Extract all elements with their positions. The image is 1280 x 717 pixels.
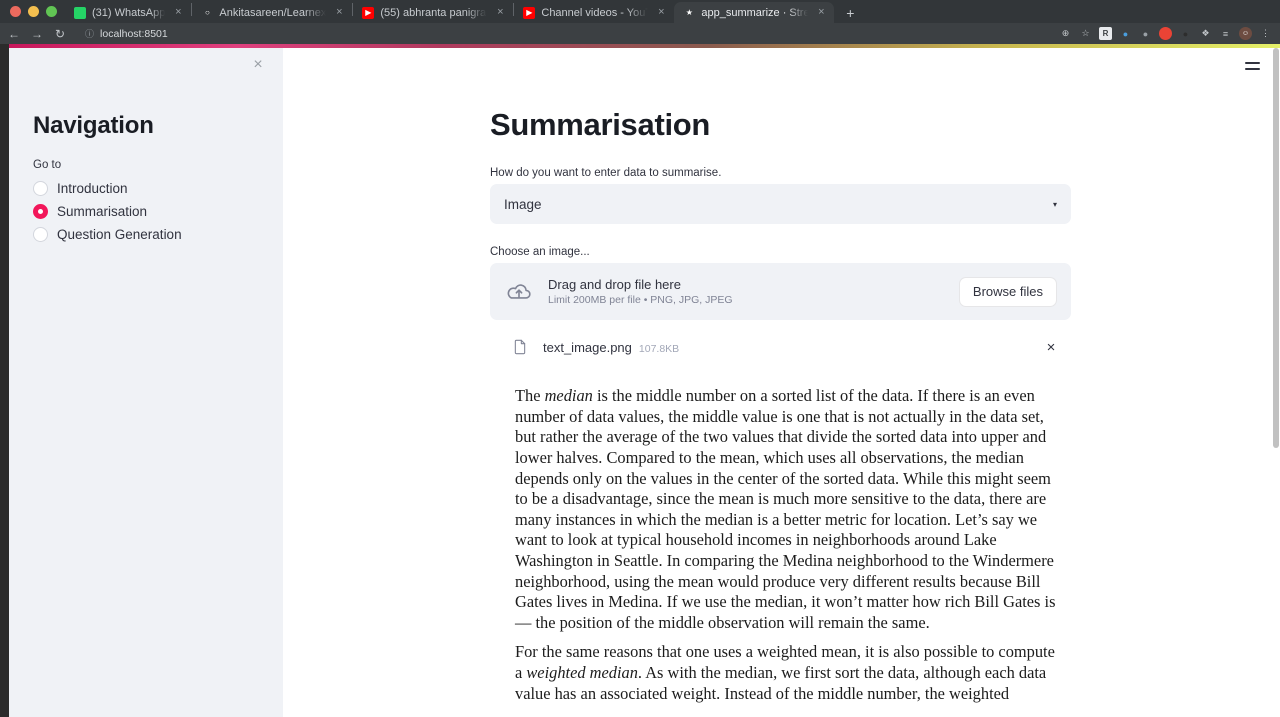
radio-icon[interactable] (33, 181, 48, 196)
tab-title: Channel videos - YouTube (541, 6, 648, 19)
scan-p1-emphasis: median (544, 386, 593, 406)
browser-tabstrip: (31) WhatsApp × ○ Ankitasareen/Learnex- … (0, 0, 1280, 23)
bookmark-star-icon[interactable]: ☆ (1079, 27, 1092, 40)
address-bar-url: localhost:8501 (100, 27, 168, 40)
close-icon[interactable]: × (654, 6, 668, 20)
page-title: Summarisation (490, 107, 711, 142)
sidebar-close-icon[interactable]: × (247, 54, 269, 76)
main-content: Summarisation How do you want to enter d… (283, 44, 1280, 717)
cloud-upload-icon (506, 279, 532, 305)
input-mode-value: Image (504, 196, 542, 212)
file-icon (512, 337, 528, 357)
scanned-paragraph-1: The median is the middle number on a sor… (515, 386, 1065, 633)
hamburger-bar (1244, 61, 1260, 64)
page-scrollbar[interactable] (1272, 48, 1280, 717)
dropzone-title: Drag and drop file here (548, 277, 681, 293)
scrollbar-thumb[interactable] (1273, 48, 1279, 448)
input-mode-label: How do you want to enter data to summari… (490, 167, 722, 180)
uploaded-image-preview: The median is the middle number on a sor… (515, 386, 1065, 705)
sidebar-title: Navigation (33, 112, 154, 139)
tab-title: (31) WhatsApp (92, 6, 166, 19)
browser-menu-icon[interactable]: ⋮ (1259, 27, 1272, 40)
zoom-icon[interactable]: ⊕ (1059, 27, 1072, 40)
back-icon[interactable]: ← (6, 26, 22, 42)
page-viewport: × Navigation Go to Introduction Summaris… (0, 44, 1280, 717)
navigation-radio-group: Introduction Summarisation Question Gene… (33, 178, 259, 245)
scan-p2-emphasis: weighted median (526, 662, 638, 682)
sidebar-item-summarisation[interactable]: Summarisation (33, 201, 259, 222)
sidebar-item-label: Summarisation (57, 204, 148, 219)
tab-title: app_summarize · Streamli (701, 6, 809, 19)
extension-dark-icon[interactable]: ● (1179, 27, 1192, 40)
close-icon[interactable]: × (171, 6, 185, 20)
remove-file-icon[interactable]: × (1041, 337, 1061, 357)
sidebar-group-label: Go to (33, 159, 62, 171)
window-close-button[interactable] (10, 6, 21, 17)
uploaded-file-row: text_image.png 107.8KB × (490, 328, 1071, 366)
scan-p1-a: The (515, 386, 545, 406)
whatsapp-icon (74, 6, 86, 19)
reload-icon[interactable]: ↻ (52, 26, 68, 42)
tab-title: (55) abhranta panigrahi - (380, 6, 487, 19)
file-meta: text_image.png 107.8KB (543, 340, 1026, 355)
extension-puzzle-icon[interactable]: ❖ (1199, 27, 1212, 40)
youtube-icon: ▶ (362, 6, 375, 19)
app-sidebar: × Navigation Go to Introduction Summaris… (9, 44, 283, 717)
extension-red-icon[interactable] (1159, 27, 1172, 40)
sidebar-item-label: Question Generation (57, 227, 182, 242)
scanned-paragraph-2: For the same reasons that one uses a wei… (515, 642, 1065, 704)
extension-blue-icon[interactable]: ● (1119, 27, 1132, 40)
content-column: Summarisation How do you want to enter d… (283, 44, 1073, 705)
chevron-down-icon[interactable]: ▾ (1053, 200, 1057, 209)
uploaded-file-name: text_image.png (543, 339, 632, 355)
github-icon: ○ (204, 7, 210, 17)
profile-avatar[interactable]: ☺ (1239, 27, 1252, 40)
dropzone-text: Drag and drop file here Limit 200MB per … (548, 277, 943, 306)
dropzone-limits: Limit 200MB per file • PNG, JPG, JPEG (548, 294, 733, 307)
browser-tab-streamlit[interactable]: ★ app_summarize · Streamli × (674, 2, 835, 23)
window-maximize-button[interactable] (46, 6, 57, 17)
browser-tab-whatsapp[interactable]: (31) WhatsApp × (65, 2, 191, 23)
hamburger-menu-icon[interactable] (1240, 54, 1264, 78)
streamlit-accent-bar (9, 44, 1280, 48)
scanned-text-content: The median is the middle number on a sor… (515, 386, 1065, 704)
extension-bar: ⊕ ☆ R ● ● ● ❖ ≡ ☺ ⋮ (1059, 27, 1274, 40)
sidebar-item-label: Introduction (57, 181, 128, 196)
file-dropzone[interactable]: Drag and drop file here Limit 200MB per … (490, 263, 1071, 321)
close-icon[interactable]: × (332, 6, 346, 20)
extension-list-icon[interactable]: ≡ (1219, 27, 1232, 40)
forward-icon[interactable]: → (29, 26, 45, 42)
browser-tab-youtube-1[interactable]: ▶ (55) abhranta panigrahi - × (353, 2, 513, 23)
extension-gray-icon[interactable]: ● (1139, 27, 1152, 40)
browse-files-button[interactable]: Browse files (958, 276, 1057, 307)
file-uploader-label: Choose an image... (490, 246, 590, 259)
window-controls (6, 0, 65, 23)
radio-icon[interactable] (33, 227, 48, 242)
browser-window: (31) WhatsApp × ○ Ankitasareen/Learnex- … (0, 0, 1280, 717)
uploaded-file-size: 107.8KB (638, 342, 680, 355)
extension-white-icon[interactable]: R (1099, 27, 1112, 40)
browser-toolbar: ← → ↻ ⓘ localhost:8501 ⊕ ☆ R ● ● ● ❖ ≡ ☺… (0, 23, 1280, 44)
streamlit-icon: ★ (685, 7, 693, 17)
new-tab-button[interactable]: + (838, 2, 862, 23)
input-mode-select[interactable]: Image ▾ (490, 184, 1071, 225)
site-info-icon[interactable]: ⓘ (85, 27, 94, 40)
address-bar[interactable]: ⓘ localhost:8501 (75, 25, 1052, 42)
hamburger-bar (1244, 68, 1260, 71)
sidebar-item-introduction[interactable]: Introduction (33, 178, 259, 199)
scan-p1-b: is the middle number on a sorted list of… (515, 386, 1056, 632)
tab-title: Ankitasareen/Learnex- (219, 6, 327, 19)
window-minimize-button[interactable] (28, 6, 39, 17)
browser-tab-youtube-2[interactable]: ▶ Channel videos - YouTube × (514, 2, 674, 23)
close-icon[interactable]: × (493, 6, 507, 20)
browser-tab-github[interactable]: ○ Ankitasareen/Learnex- × (192, 2, 352, 23)
close-icon[interactable]: × (814, 6, 828, 20)
radio-icon-selected[interactable] (33, 204, 48, 219)
sidebar-item-question-generation[interactable]: Question Generation (33, 224, 259, 245)
youtube-icon: ▶ (523, 6, 536, 19)
